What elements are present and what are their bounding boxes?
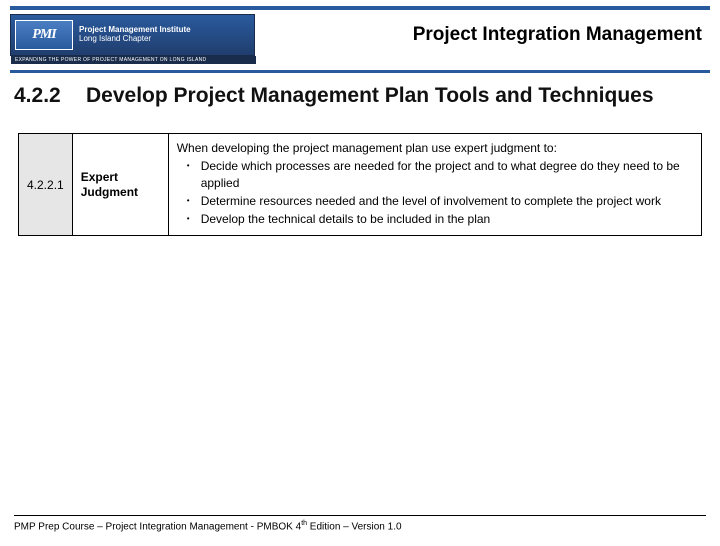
logo-tagline: EXPANDING THE POWER OF PROJECT MANAGEMEN… <box>11 56 256 64</box>
logo-text: Project Management Institute Long Island… <box>79 26 191 44</box>
section-title: Develop Project Management Plan Tools an… <box>86 83 654 109</box>
pmi-logo: PMI Project Management Institute Long Is… <box>10 14 255 56</box>
list-item: Decide which processes are needed for th… <box>177 158 693 190</box>
header-row: PMI Project Management Institute Long Is… <box>0 10 720 56</box>
tools-table: 4.2.2.1 Expert Judgment When developing … <box>18 133 702 236</box>
list-item: Determine resources needed and the level… <box>177 193 693 209</box>
pmi-badge-text: PMI <box>32 27 55 43</box>
list-item: Develop the technical details to be incl… <box>177 211 693 227</box>
section-number: 4.2.2 <box>14 83 86 109</box>
footer-divider <box>14 515 706 516</box>
page-title: Project Integration Management <box>255 24 710 46</box>
footer-post: Edition – Version 1.0 <box>307 521 402 532</box>
table-row: 4.2.2.1 Expert Judgment When developing … <box>19 134 702 236</box>
footer-text: PMP Prep Course – Project Integration Ma… <box>14 520 706 532</box>
slide: PMI Project Management Institute Long Is… <box>0 6 720 546</box>
row-description: When developing the project management p… <box>168 134 701 236</box>
row-name: Expert Judgment <box>72 134 168 236</box>
footer-pre: PMP Prep Course – Project Integration Ma… <box>14 521 301 532</box>
pmi-badge-icon: PMI <box>15 20 73 50</box>
footer: PMP Prep Course – Project Integration Ma… <box>14 515 706 532</box>
content-area: 4.2.2.1 Expert Judgment When developing … <box>0 109 720 236</box>
logo-line2: Long Island Chapter <box>79 35 191 44</box>
section-heading: 4.2.2 Develop Project Management Plan To… <box>0 73 720 109</box>
bullet-list: Decide which processes are needed for th… <box>177 158 693 227</box>
row-intro: When developing the project management p… <box>177 140 693 156</box>
row-number: 4.2.2.1 <box>19 134 73 236</box>
